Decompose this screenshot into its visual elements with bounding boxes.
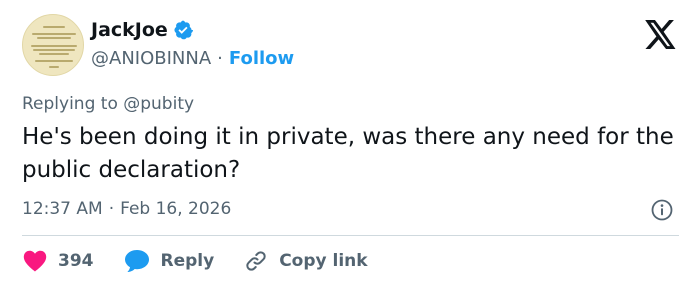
divider [22,235,679,236]
reply-bubble-icon [124,249,150,273]
heart-icon [23,250,47,272]
handle-row: @ANIOBINNA · Follow [91,48,294,69]
follow-button[interactable]: Follow [229,48,294,69]
like-button[interactable]: 394 [23,250,94,272]
reply-button[interactable]: Reply [124,249,215,273]
tweet-text: He's been doing it in private, was there… [22,124,674,183]
tweet-date: Feb 16, 2026 [120,199,232,219]
replying-to: Replying to @pubity [22,94,195,114]
separator: · [108,199,115,219]
copy-link-label: Copy link [279,251,368,271]
like-count: 394 [58,251,94,271]
tweet-time: 12:37 AM [22,199,103,219]
avatar[interactable] [22,14,84,76]
separator: · [217,48,223,69]
author-name-row: JackJoe [91,19,193,41]
author-handle[interactable]: @ANIOBINNA [91,48,211,69]
info-icon[interactable] [651,199,673,221]
x-logo-icon[interactable] [645,20,677,49]
copy-link-button[interactable]: Copy link [244,249,368,273]
action-bar: 394 Reply Copy link [22,248,368,274]
verified-badge-icon [173,20,193,40]
timestamp[interactable]: 12:37 AM · Feb 16, 2026 [22,199,231,219]
author-name[interactable]: JackJoe [91,19,168,41]
reply-label: Reply [160,251,215,271]
link-icon [244,249,268,273]
